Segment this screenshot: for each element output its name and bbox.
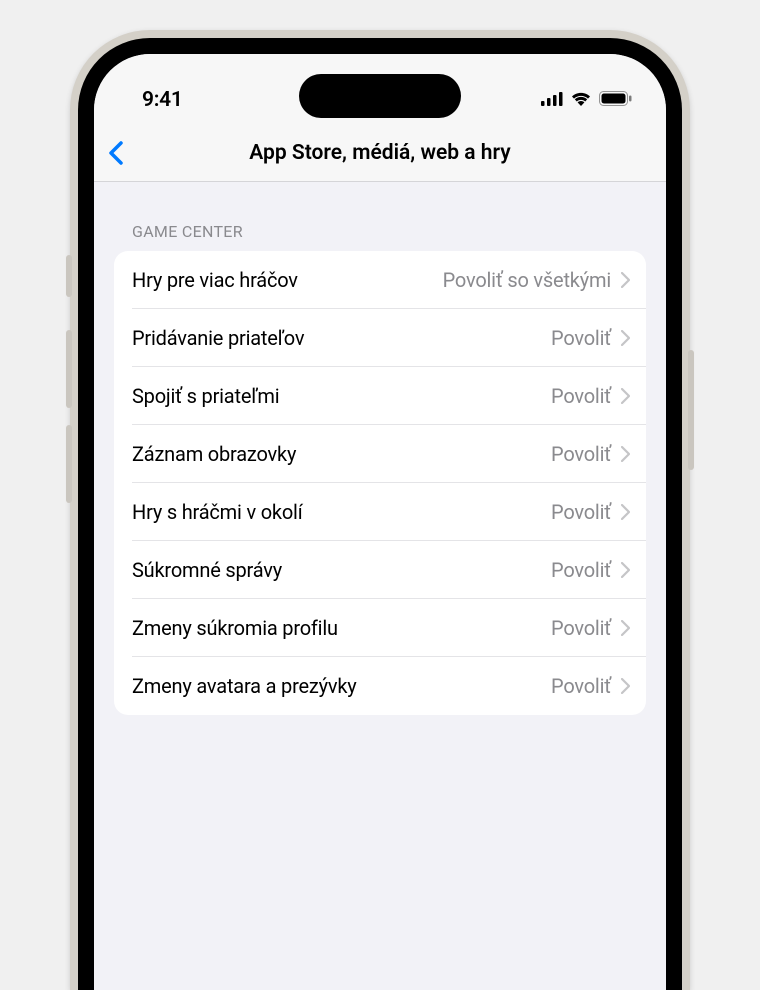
row-private-messages[interactable]: Súkromné správy Povoliť	[114, 541, 646, 599]
row-label: Zmeny avatara a prezývky	[132, 674, 551, 698]
chevron-left-icon	[108, 141, 124, 165]
row-adding-friends[interactable]: Pridávanie priateľov Povoliť	[114, 309, 646, 367]
settings-group: Hry pre viac hráčov Povoliť so všetkými …	[114, 251, 646, 715]
row-screen-recording[interactable]: Záznam obrazovky Povoliť	[114, 425, 646, 483]
section-header: GAME CENTER	[114, 182, 646, 251]
phone-frame: 9:41	[70, 30, 690, 990]
chevron-right-icon	[621, 504, 630, 520]
row-multiplayer-games[interactable]: Hry pre viac hráčov Povoliť so všetkými	[114, 251, 646, 309]
row-value: Povoliť	[551, 442, 611, 466]
dynamic-island	[299, 74, 461, 118]
row-value: Povoliť	[551, 674, 611, 698]
row-value: Povoliť	[551, 384, 611, 408]
row-label: Hry pre viac hráčov	[132, 268, 443, 292]
status-time: 9:41	[142, 88, 183, 112]
row-nearby-players[interactable]: Hry s hráčmi v okolí Povoliť	[114, 483, 646, 541]
row-value: Povoliť	[551, 326, 611, 350]
row-connect-friends[interactable]: Spojiť s priateľmi Povoliť	[114, 367, 646, 425]
row-value: Povoliť	[551, 500, 611, 524]
status-icons	[541, 90, 632, 110]
chevron-right-icon	[621, 272, 630, 288]
side-button	[688, 350, 694, 470]
row-label: Pridávanie priateľov	[132, 326, 551, 350]
content: GAME CENTER Hry pre viac hráčov Povoliť …	[94, 182, 666, 715]
row-value: Povoliť	[551, 616, 611, 640]
row-value: Povoliť	[551, 558, 611, 582]
side-button	[66, 255, 72, 297]
chevron-right-icon	[621, 678, 630, 694]
chevron-right-icon	[621, 620, 630, 636]
chevron-right-icon	[621, 446, 630, 462]
nav-title: App Store, médiá, web a hry	[94, 141, 666, 165]
battery-icon	[599, 91, 632, 110]
row-label: Zmeny súkromia profilu	[132, 616, 551, 640]
side-button	[66, 425, 72, 503]
chevron-right-icon	[621, 388, 630, 404]
row-avatar-nickname[interactable]: Zmeny avatara a prezývky Povoliť	[114, 657, 646, 715]
row-label: Súkromné správy	[132, 558, 551, 582]
nav-bar: App Store, médiá, web a hry	[94, 124, 666, 182]
screen: 9:41	[94, 54, 666, 990]
wifi-icon	[570, 90, 592, 110]
cellular-icon	[541, 91, 563, 110]
chevron-right-icon	[621, 330, 630, 346]
row-label: Záznam obrazovky	[132, 442, 551, 466]
row-label: Hry s hráčmi v okolí	[132, 500, 551, 524]
back-button[interactable]	[108, 141, 138, 165]
row-profile-privacy[interactable]: Zmeny súkromia profilu Povoliť	[114, 599, 646, 657]
side-button	[66, 330, 72, 408]
row-label: Spojiť s priateľmi	[132, 384, 551, 408]
row-value: Povoliť so všetkými	[443, 268, 611, 292]
chevron-right-icon	[621, 562, 630, 578]
